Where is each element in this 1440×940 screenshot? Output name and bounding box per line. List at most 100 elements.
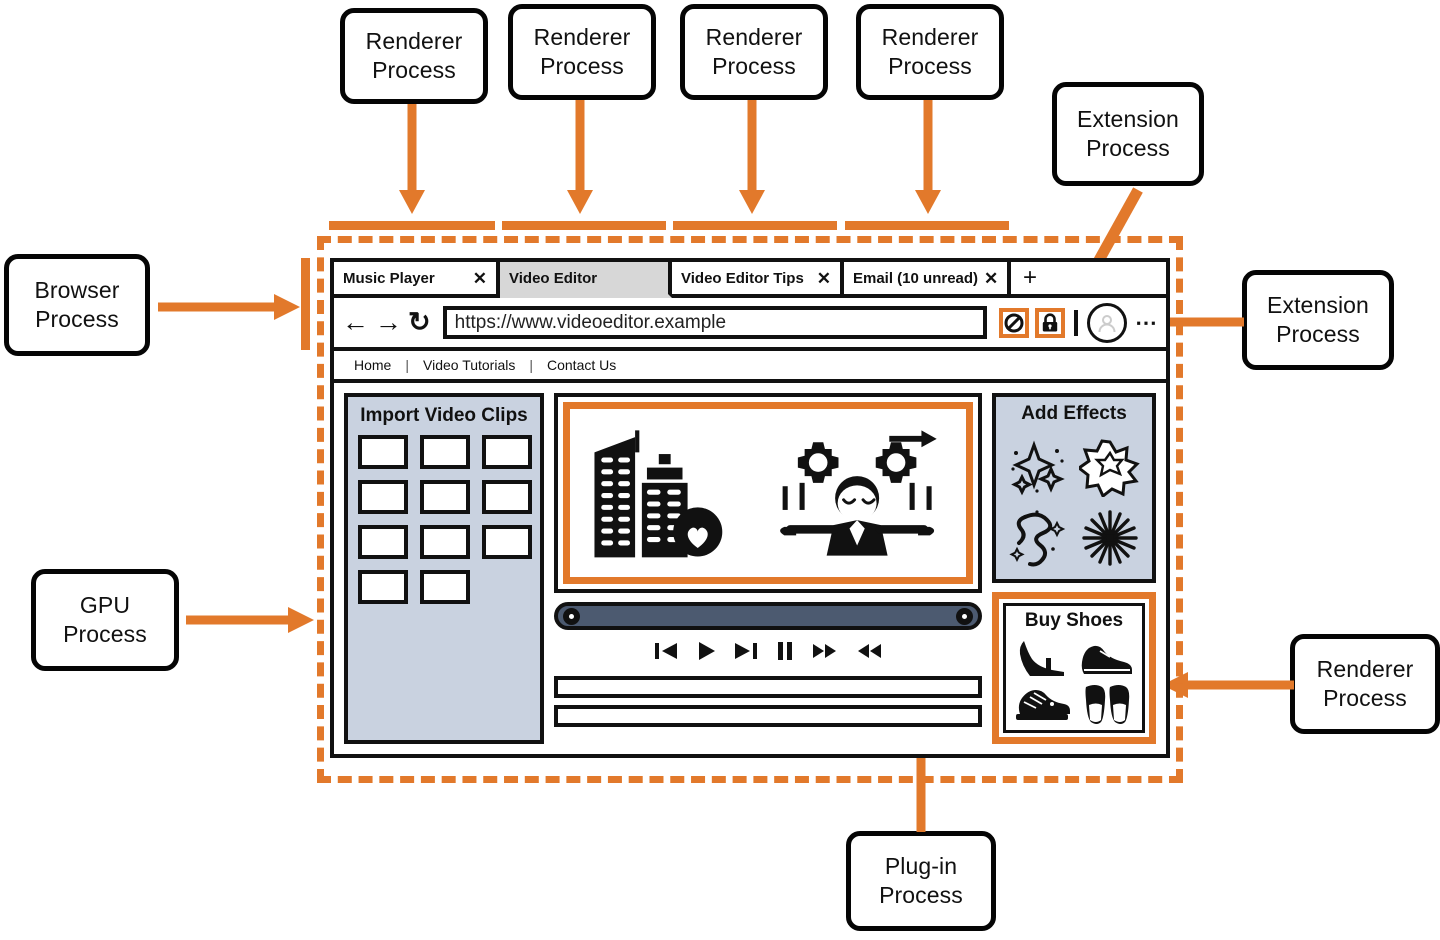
arrow-renderer-1-to-tab <box>392 104 432 216</box>
tab-label: Email (10 unread) <box>853 269 979 287</box>
panel-title: Import Video Clips <box>360 405 528 426</box>
timeline-track[interactable] <box>554 705 982 727</box>
skip-forward-button[interactable] <box>733 640 759 662</box>
site-nav-divider: | <box>529 357 533 373</box>
close-icon[interactable]: ✕ <box>473 270 487 287</box>
arrow-renderer-2-to-tab <box>560 100 600 216</box>
callout-extension-process-top: Extension Process <box>1052 82 1204 186</box>
browser-tab-video-editor-tips[interactable]: Video Editor Tips ✕ <box>672 262 844 298</box>
tab-label: Video Editor Tips <box>681 269 804 287</box>
forward-icon[interactable]: → <box>375 309 402 336</box>
callout-browser-process: Browser Process <box>4 254 150 356</box>
new-tab-button[interactable]: + <box>1011 262 1050 298</box>
firework-effect-icon[interactable] <box>1079 509 1141 567</box>
ad-inner-frame: Buy Shoes <box>1003 603 1145 733</box>
ad-product-grid <box>1010 634 1138 726</box>
callout-extension-process-right: Extension Process <box>1242 270 1394 370</box>
scrubber-handle-right[interactable] <box>956 607 973 625</box>
callout-renderer-process-4: Renderer Process <box>856 4 1004 100</box>
video-clip-thumbnail[interactable] <box>420 525 470 559</box>
lock-extension-icon[interactable] <box>1035 307 1065 338</box>
add-effects-panel: Add Effects <box>992 393 1156 583</box>
video-editor-main <box>554 393 982 744</box>
effects-grid <box>1002 433 1146 573</box>
browser-tab-music-player[interactable]: Music Player ✕ <box>334 262 500 298</box>
smoke-effect-icon[interactable] <box>1007 509 1069 567</box>
blocker-extension-icon[interactable] <box>999 307 1029 338</box>
page-content: Import Video Clips Add Effects Buy Shoes <box>334 383 1166 754</box>
pause-button[interactable] <box>775 640 795 662</box>
browser-tab-email[interactable]: Email (10 unread) ✕ <box>844 262 1011 298</box>
site-navigation: Home | Video Tutorials | Contact Us <box>334 351 1166 383</box>
diagram-canvas: Renderer Process Renderer Process Render… <box>0 0 1440 940</box>
video-clip-thumbnail[interactable] <box>482 525 532 559</box>
url-text: https://www.videoeditor.example <box>454 311 727 333</box>
video-clip-thumbnail[interactable] <box>420 480 470 514</box>
close-icon[interactable]: ✕ <box>817 270 831 287</box>
plus-icon: + <box>1023 264 1038 291</box>
panel-title: Add Effects <box>1021 403 1127 424</box>
callout-renderer-process-right: Renderer Process <box>1290 634 1440 734</box>
tab-highlight-bar-2 <box>502 221 666 230</box>
video-preview-canvas[interactable] <box>563 402 973 584</box>
high-heel-icon[interactable] <box>1016 636 1068 678</box>
video-scrubber[interactable] <box>554 602 982 630</box>
right-sidebar: Add Effects Buy Shoes <box>992 393 1156 744</box>
video-clip-thumbnail[interactable] <box>358 480 408 514</box>
tab-label: Video Editor <box>509 269 598 287</box>
site-nav-video-tutorials[interactable]: Video Tutorials <box>423 357 515 373</box>
starburst-effect-icon[interactable] <box>1079 439 1141 497</box>
browser-window: Music Player ✕ Video Editor Video Editor… <box>330 258 1170 758</box>
overflow-menu-icon[interactable]: ⋯ <box>1135 310 1158 336</box>
play-button[interactable] <box>695 640 717 662</box>
video-clip-thumbnail[interactable] <box>358 525 408 559</box>
video-clip-thumbnail[interactable] <box>482 480 532 514</box>
tab-strip-filler <box>1049 262 1166 298</box>
scrubber-handle-left[interactable] <box>563 607 580 625</box>
video-clip-thumbnail-grid <box>354 435 534 604</box>
browser-tab-video-editor[interactable]: Video Editor <box>500 262 672 298</box>
slipper-icon[interactable] <box>1080 681 1132 725</box>
back-icon[interactable]: ← <box>342 309 369 336</box>
sneaker-icon[interactable] <box>1014 682 1070 724</box>
reload-icon[interactable]: ↻ <box>408 309 431 336</box>
callout-renderer-process-2: Renderer Process <box>508 4 656 100</box>
browser-chrome-highlight-bar <box>301 258 310 350</box>
person-with-gears-illustration <box>779 430 937 556</box>
tab-strip: Music Player ✕ Video Editor Video Editor… <box>334 262 1166 298</box>
callout-gpu-process: GPU Process <box>31 569 179 671</box>
site-nav-home[interactable]: Home <box>354 357 391 373</box>
site-nav-divider: | <box>405 357 409 373</box>
video-clip-thumbnail[interactable] <box>358 435 408 469</box>
arrow-renderer-3-to-tab <box>732 100 772 216</box>
tab-highlight-bar-3 <box>673 221 837 230</box>
arrow-gpu-process <box>186 603 314 637</box>
ad-title: Buy Shoes <box>1024 610 1124 631</box>
callout-plugin-process: Plug-in Process <box>846 831 996 931</box>
video-clip-thumbnail[interactable] <box>420 570 470 604</box>
timeline-track[interactable] <box>554 676 982 698</box>
video-clip-thumbnail[interactable] <box>358 570 408 604</box>
video-preview-frame <box>554 393 982 593</box>
arrow-renderer-4-to-tab <box>908 100 948 216</box>
toolbar-divider <box>1074 309 1078 336</box>
city-buildings-illustration <box>594 430 723 558</box>
callout-renderer-process-3: Renderer Process <box>680 4 828 100</box>
skip-back-button[interactable] <box>653 640 679 662</box>
buy-shoes-ad-panel[interactable]: Buy Shoes <box>992 592 1156 744</box>
video-clip-thumbnail[interactable] <box>420 435 470 469</box>
tab-highlight-bar-4 <box>845 221 1009 230</box>
avatar[interactable] <box>1087 302 1127 343</box>
video-clip-thumbnail[interactable] <box>482 435 532 469</box>
rewind-button[interactable] <box>855 640 883 662</box>
site-nav-contact-us[interactable]: Contact Us <box>547 357 616 373</box>
dress-shoe-icon[interactable] <box>1078 636 1134 678</box>
sparkle-effect-icon[interactable] <box>1007 439 1069 497</box>
address-bar[interactable]: https://www.videoeditor.example <box>442 306 987 339</box>
playback-controls <box>554 633 982 669</box>
close-icon[interactable]: ✕ <box>984 270 998 287</box>
callout-renderer-process-1: Renderer Process <box>340 8 488 104</box>
import-video-clips-panel: Import Video Clips <box>344 393 544 744</box>
browser-toolbar: ← → ↻ https://www.videoeditor.example ⋯ <box>334 298 1166 351</box>
fast-forward-button[interactable] <box>811 640 839 662</box>
